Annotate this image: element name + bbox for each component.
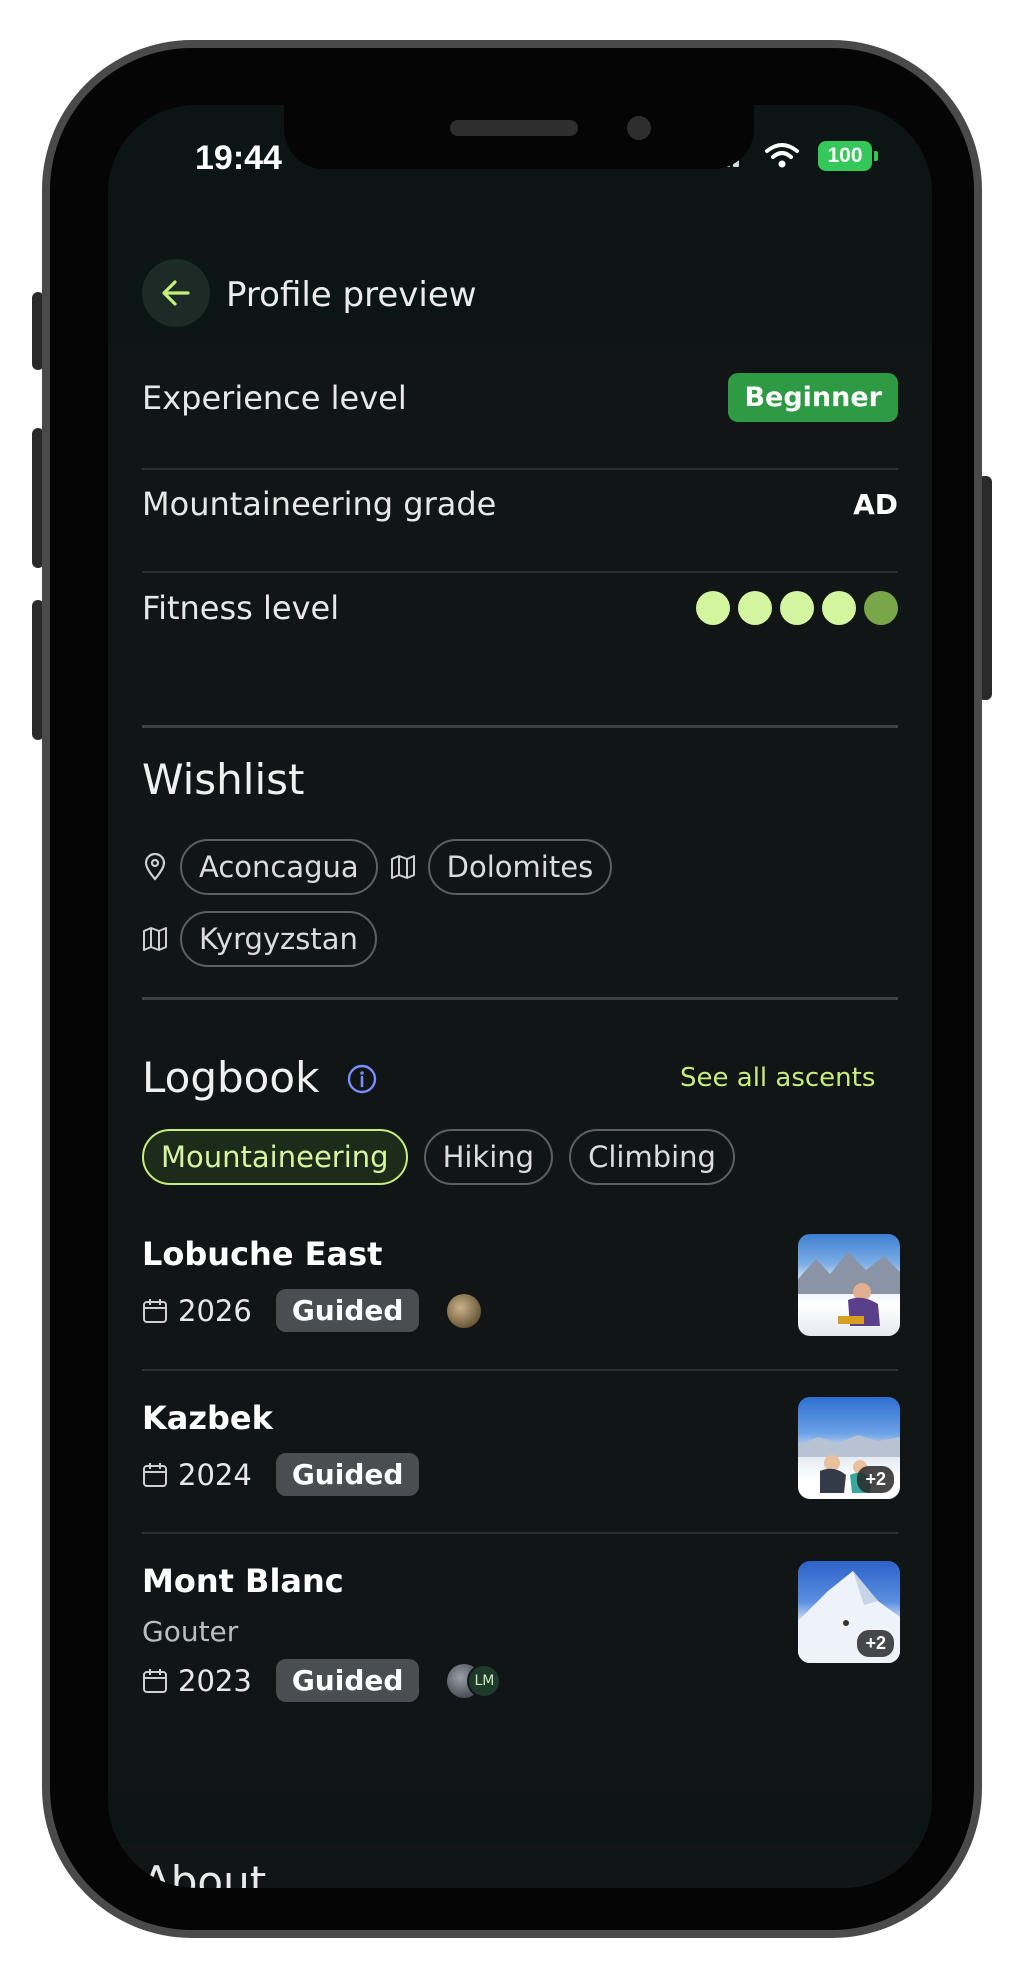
filter-hiking[interactable]: Hiking [423,1129,554,1185]
wishlist-row: Aconcagua Dolomites [142,839,613,895]
ascent-title[interactable]: Lobuche East [142,1235,382,1273]
fitness-level-dots [696,591,898,625]
battery-indicator: 100 [818,141,878,171]
ascent-photo[interactable] [798,1234,900,1336]
wishlist-chip[interactable]: Aconcagua [180,839,378,895]
avatar [447,1293,482,1328]
section-divider [142,997,898,1000]
section-divider [142,725,898,728]
fitness-dot [780,591,814,625]
calendar-icon [143,1298,167,1323]
experience-level-badge: Beginner [728,373,898,422]
guided-badge: Guided [275,1453,420,1496]
photo-count-badge: +2 [857,1630,894,1657]
divider [142,1532,898,1534]
divider [142,1369,898,1371]
photo-count-badge: +2 [857,1466,894,1493]
ascent-year: 2026 [178,1293,252,1328]
wishlist-chip[interactable]: Dolomites [427,839,613,895]
map-icon [390,853,416,881]
fitness-dot [822,591,856,625]
mountaineering-grade-value: AD [853,487,898,521]
ascent-year: 2023 [178,1663,252,1698]
page-title: Profile preview [226,275,477,315]
calendar-icon [143,1462,167,1487]
wishlist-row: Kyrgyzstan [142,911,377,967]
status-time: 19:44 [195,139,282,177]
see-all-ascents-link[interactable]: See all ascents [680,1063,875,1093]
pin-icon [142,853,168,881]
phone-bezel: 19:44 100 Profile preview Experience lev… [50,48,974,1930]
ascent-route: Gouter [142,1615,239,1648]
wifi-icon [765,143,799,168]
calendar-icon [143,1668,167,1693]
ascent-meta: 2023 Guided LM [142,1659,502,1702]
wishlist-title: Wishlist [142,755,305,804]
experience-level-label: Experience level [142,378,407,417]
app-screen: 19:44 100 Profile preview Experience lev… [108,105,932,1888]
filter-climbing[interactable]: Climbing [569,1129,735,1185]
ascent-title[interactable]: Kazbek [142,1399,273,1437]
ascent-year: 2024 [178,1457,252,1492]
about-title: About [142,1857,267,1888]
back-button[interactable] [142,259,210,327]
logbook-filters: Mountaineering Hiking Climbing [142,1129,735,1185]
fitness-dot [864,591,898,625]
guided-badge: Guided [275,1289,420,1332]
ascent-photo[interactable]: +2 [798,1561,900,1663]
section-separator [108,1792,932,1844]
fitness-dot [738,591,772,625]
fitness-level-row: Fitness level [142,589,898,627]
filter-mountaineering[interactable]: Mountaineering [142,1129,408,1185]
ascent-meta: 2026 Guided [142,1289,482,1332]
arrow-left-icon [162,280,190,306]
divider [142,571,898,573]
phone-frame: 19:44 100 Profile preview Experience lev… [42,40,982,1938]
notch [284,105,754,169]
fitness-dot [696,591,730,625]
mountaineering-grade-row: Mountaineering grade AD [142,485,898,523]
experience-level-row: Experience level Beginner [142,373,898,422]
logbook-title: Logbook [142,1053,320,1102]
wishlist-chip[interactable]: Kyrgyzstan [180,911,377,967]
speaker [450,120,578,136]
divider [142,468,898,470]
front-camera [627,116,651,140]
guided-badge: Guided [275,1659,420,1702]
ascent-meta: 2024 Guided [142,1453,420,1496]
avatar-initials: LM [467,1663,502,1698]
map-icon [142,925,168,953]
ascent-photo[interactable]: +2 [798,1397,900,1499]
fitness-level-label: Fitness level [142,589,340,627]
info-icon[interactable] [346,1063,378,1095]
mountaineering-grade-label: Mountaineering grade [142,485,497,523]
ascent-title[interactable]: Mont Blanc [142,1562,344,1600]
